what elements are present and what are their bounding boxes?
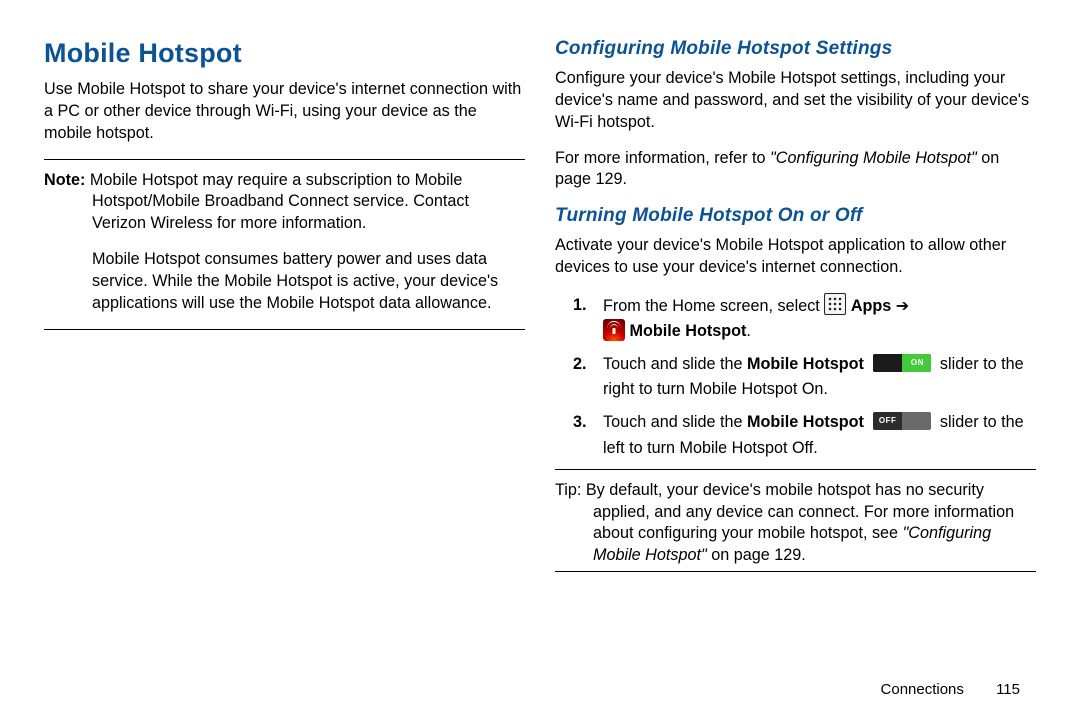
- step2-bold: Mobile Hotspot: [747, 355, 864, 373]
- divider: [44, 329, 525, 330]
- turning-heading: Turning Mobile Hotspot On or Off: [555, 205, 1036, 227]
- note-block: Note: Mobile Hotspot may require a subsc…: [44, 170, 525, 315]
- note-paragraph-2: Mobile Hotspot consumes battery power an…: [44, 249, 525, 315]
- step1-text-a: From the Home screen, select: [603, 297, 824, 315]
- right-column: Configuring Mobile Hotspot Settings Conf…: [555, 38, 1036, 690]
- step2-text-a: Touch and slide the: [603, 355, 747, 373]
- page-number: 115: [996, 681, 1020, 698]
- chapter-name: Connections: [881, 681, 964, 698]
- apps-grid-icon: [824, 293, 846, 315]
- steps-list: From the Home screen, select Apps ➔ Mobi…: [555, 293, 1036, 461]
- mobile-hotspot-icon: [603, 319, 625, 341]
- slider-on-icon: ON: [873, 354, 931, 372]
- slider-off-icon: OFF: [873, 412, 931, 430]
- tip-end: on page 129.: [707, 546, 806, 564]
- tip-label: Tip:: [555, 481, 581, 499]
- divider: [555, 571, 1036, 572]
- intro-paragraph: Use Mobile Hotspot to share your device'…: [44, 79, 525, 145]
- step-2: Touch and slide the Mobile Hotspot ON sl…: [555, 352, 1036, 402]
- configuring-reference: For more information, refer to "Configur…: [555, 148, 1036, 192]
- configuring-paragraph: Configure your device's Mobile Hotspot s…: [555, 68, 1036, 134]
- page-footer: Connections 115: [881, 681, 1020, 698]
- step-1: From the Home screen, select Apps ➔ Mobi…: [555, 293, 1036, 344]
- configuring-heading: Configuring Mobile Hotspot Settings: [555, 38, 1036, 60]
- slider-on-label: ON: [911, 354, 924, 372]
- slider-off-label: OFF: [879, 412, 897, 430]
- manual-page: Mobile Hotspot Use Mobile Hotspot to sha…: [0, 0, 1080, 720]
- step1-hotspot-label: Mobile Hotspot: [630, 322, 747, 340]
- arrow-icon: ➔: [896, 297, 910, 315]
- section-heading: Mobile Hotspot: [44, 38, 525, 69]
- divider: [44, 159, 525, 160]
- divider: [555, 469, 1036, 470]
- step-3: Touch and slide the Mobile Hotspot OFF s…: [555, 410, 1036, 460]
- note-text-1: Mobile Hotspot may require a subscriptio…: [85, 171, 469, 233]
- ref-title: "Configuring Mobile Hotspot": [770, 149, 977, 167]
- turning-intro: Activate your device's Mobile Hotspot ap…: [555, 235, 1036, 279]
- step1-apps-label: Apps: [851, 297, 896, 315]
- left-column: Mobile Hotspot Use Mobile Hotspot to sha…: [44, 38, 525, 690]
- tip-block: Tip: By default, your device's mobile ho…: [555, 480, 1036, 567]
- tip-paragraph: Tip: By default, your device's mobile ho…: [555, 480, 1036, 567]
- step3-bold: Mobile Hotspot: [747, 413, 864, 431]
- step1-end: .: [746, 322, 751, 340]
- note-label: Note:: [44, 171, 85, 189]
- ref-pre: For more information, refer to: [555, 149, 770, 167]
- step3-text-a: Touch and slide the: [603, 413, 747, 431]
- note-paragraph-1: Note: Mobile Hotspot may require a subsc…: [44, 170, 525, 236]
